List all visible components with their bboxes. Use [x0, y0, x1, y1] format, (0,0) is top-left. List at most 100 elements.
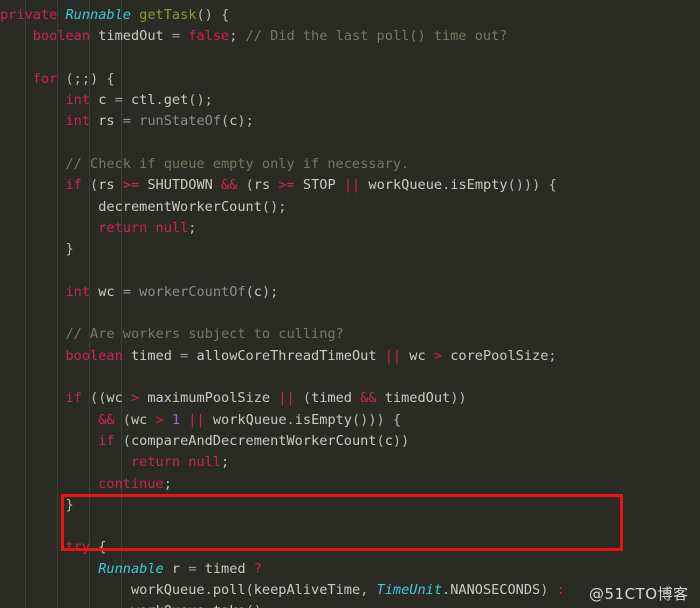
code-token-id: rs	[98, 177, 115, 194]
code-token-punct: (	[294, 390, 312, 407]
code-token-punct: ((	[81, 390, 107, 407]
code-token-punct: );	[237, 113, 254, 130]
code-line[interactable]	[0, 516, 700, 537]
code-token-ind	[0, 539, 65, 555]
code-token-punct	[442, 348, 450, 364]
code-token-punct	[147, 220, 155, 236]
code-token-punct: {	[90, 539, 107, 556]
code-token-id: timed	[311, 390, 352, 407]
code-token-id: decrementWorkerCount	[98, 198, 262, 215]
code-token-punct: ))	[450, 390, 467, 407]
code-token-opred: ?	[253, 560, 262, 577]
code-token-ind	[0, 241, 65, 257]
code-line[interactable]: boolean timed = allowCoreThreadTimeOut |…	[0, 346, 700, 367]
code-token-punct	[90, 92, 98, 108]
code-token-kw: int	[65, 113, 91, 130]
code-line[interactable]	[0, 48, 700, 69]
code-token-cmt: // Check if queue empty only if necessar…	[65, 156, 410, 173]
code-line[interactable]: if ((wc > maximumPoolSize || (timed && t…	[0, 388, 700, 409]
code-token-cls: Runnable	[65, 7, 131, 23]
code-token-punct	[131, 7, 139, 23]
code-token-punct	[164, 28, 172, 44]
code-token-ind	[0, 433, 98, 449]
code-token-kw: try	[65, 539, 91, 556]
code-token-kw: private	[0, 7, 66, 23]
code-token-punct	[115, 177, 123, 193]
code-token-op: =	[171, 28, 181, 45]
code-token-punct	[172, 348, 180, 364]
code-token-kw: return	[130, 454, 181, 471]
code-token-op: =	[122, 283, 131, 300]
code-token-kw: int	[65, 283, 91, 300]
code-line[interactable]	[0, 367, 700, 388]
code-token-punct: (	[245, 283, 254, 300]
code-line[interactable]: continue;	[0, 474, 700, 495]
code-token-punct: ;	[188, 219, 197, 236]
code-token-id: timedOut	[384, 390, 451, 407]
code-line[interactable]	[0, 133, 700, 154]
code-token-mdecl: getTask	[139, 7, 197, 23]
code-line[interactable]: decrementWorkerCount();	[0, 197, 700, 218]
code-line[interactable]: if (compareAndDecrementWorkerCount(c))	[0, 431, 700, 452]
code-token-opred: &&	[360, 390, 377, 407]
code-line[interactable]: }	[0, 239, 700, 260]
code-line[interactable]: if (rs >= SHUTDOWN && (rs >= STOP || wor…	[0, 175, 700, 196]
code-line[interactable]	[0, 261, 700, 282]
code-token-ind	[0, 326, 65, 342]
code-token-ind	[0, 71, 33, 87]
code-token-kw: int	[65, 92, 91, 109]
code-token-id: compareAndDecrementWorkerCount	[130, 432, 377, 449]
code-token-kw: false	[188, 28, 230, 45]
code-token-ind	[0, 220, 98, 236]
code-token-ind	[0, 561, 98, 577]
code-token-kw: null	[188, 454, 221, 471]
code-token-opred: >=	[122, 177, 140, 194]
code-token-punct: .	[204, 582, 213, 599]
code-editor-screenshot: private Runnable getTask() { boolean tim…	[0, 0, 700, 608]
code-line[interactable]: }	[0, 495, 700, 516]
code-line[interactable]: // Check if queue empty only if necessar…	[0, 154, 700, 175]
code-line[interactable]: // Are workers subject to culling?	[0, 324, 700, 345]
code-token-cls: Runnable	[98, 560, 164, 577]
code-token-punct	[213, 177, 221, 193]
code-token-punct: (;;) {	[65, 70, 115, 87]
code-line[interactable]	[0, 303, 700, 324]
code-token-opred: ||	[384, 347, 402, 364]
code-token-kw: if	[65, 177, 82, 194]
code-token-punct	[131, 113, 139, 129]
code-token-punct	[164, 412, 172, 428]
code-line[interactable]: boolean timedOut = false; // Did the las…	[0, 26, 700, 47]
code-line[interactable]: int rs = runStateOf(c);	[0, 111, 700, 132]
code-viewport[interactable]: private Runnable getTask() { boolean tim…	[0, 0, 700, 608]
code-token-ind	[0, 199, 98, 215]
code-token-punct: (	[114, 411, 131, 428]
code-token-punct	[336, 177, 344, 193]
code-token-ind	[0, 476, 98, 492]
code-token-ind	[0, 177, 65, 193]
code-line[interactable]: for (;;) {	[0, 69, 700, 90]
code-token-punct	[57, 71, 65, 87]
code-token-opred: :	[556, 582, 565, 599]
code-line[interactable]: && (wc > 1 || workQueue.isEmpty())) {	[0, 410, 700, 431]
code-token-id: isEmpty	[294, 411, 352, 428]
code-token-kw: continue	[98, 475, 164, 492]
code-line[interactable]: try {	[0, 537, 700, 558]
code-line[interactable]: return null;	[0, 452, 700, 473]
code-token-id: rs	[253, 177, 271, 194]
code-line[interactable]: Runnable r = timed ?	[0, 559, 700, 580]
code-token-opred: ||	[278, 390, 295, 407]
code-token-dim: workerCountOf	[139, 283, 246, 300]
code-token-id: workQueue	[368, 177, 443, 194]
code-line[interactable]: return null;	[0, 218, 700, 239]
code-token-id: allowCoreThreadTimeOut	[196, 347, 377, 364]
code-token-punct: ))	[392, 432, 410, 449]
code-token-id: timed	[204, 560, 246, 577]
code-token-punct: (	[245, 582, 254, 599]
code-token-punct: (	[221, 113, 230, 130]
code-token-punct: .	[442, 582, 451, 599]
code-line[interactable]: int wc = workerCountOf(c);	[0, 282, 700, 303]
code-line[interactable]: int c = ctl.get();	[0, 90, 700, 111]
code-token-punct	[295, 177, 303, 193]
code-token-punct	[147, 412, 155, 428]
code-line[interactable]: private Runnable getTask() {	[0, 5, 700, 26]
